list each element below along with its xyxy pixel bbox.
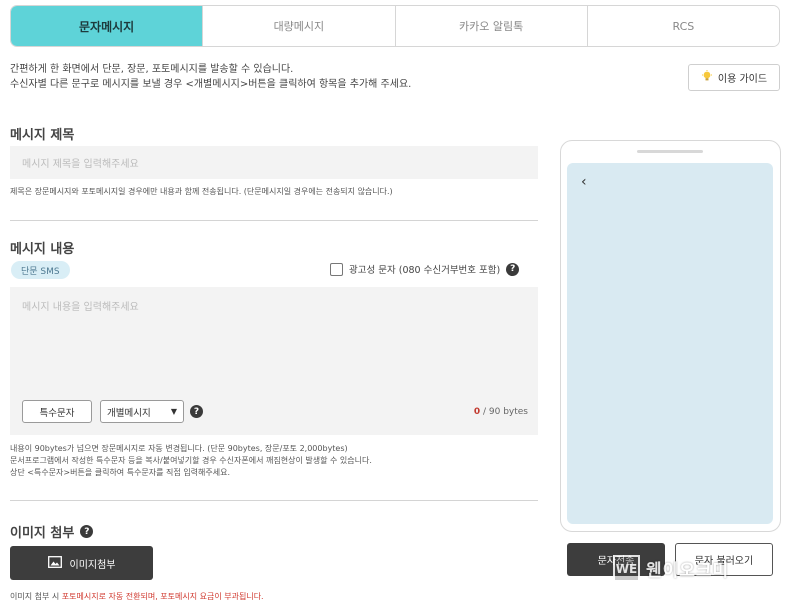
intro-line-2: 수신자별 다른 문구로 메시지를 보낼 경우 <개별메시지>버튼을 클릭하여 항… (10, 79, 412, 90)
select-help-icon[interactable]: ? (190, 405, 203, 418)
back-arrow-icon: ‹ (581, 174, 587, 190)
intro-line-1: 간편하게 한 화면에서 단문, 장문, 포토메시지를 발송할 수 있습니다. (10, 64, 294, 75)
image-note-warning: 포토메시지로 자동 전환되며, 포토메시지 요금이 부과됩니다. (61, 592, 264, 601)
phone-preview: ‹ (560, 140, 781, 532)
watermark-logo: WE (613, 555, 640, 582)
subject-section-title: 메시지 제목 (10, 128, 75, 143)
watermark-text: 웬이오크미 (646, 561, 730, 581)
section-divider (10, 500, 538, 501)
watermark: WE 웬이오크미 (613, 555, 729, 582)
message-type-tabs: 문자메시지 대량메시지 카카오 알림톡 RCS (10, 5, 780, 47)
content-textarea[interactable]: 메시지 내용을 입력해주세요 특수문자 개별메시지 ▼ ? 0 / 90 byt… (10, 287, 538, 435)
subject-input[interactable]: 메시지 제목을 입력해주세요 (10, 146, 538, 179)
byte-limit: / 90 bytes (480, 407, 528, 417)
ad-message-label: 광고성 문자 (080 수신거부번호 포함) (349, 265, 501, 276)
tab-kakao-alimtalk[interactable]: 카카오 알림톡 (394, 6, 587, 46)
section-divider (10, 220, 538, 221)
message-mode-value: 개별메시지 (107, 407, 151, 419)
ad-help-icon[interactable]: ? (506, 262, 520, 276)
tab-text-message[interactable]: 문자메시지 (11, 6, 203, 46)
special-char-button[interactable]: 특수문자 (22, 400, 92, 423)
content-section-title: 메시지 내용 (10, 242, 75, 257)
attach-image-label: 이미지첨부 (69, 559, 116, 571)
ad-message-option: 광고성 문자 (080 수신거부번호 포함) ? (330, 262, 520, 276)
attach-image-button[interactable]: 이미지첨부 (10, 546, 153, 580)
phone-screen: ‹ (567, 163, 773, 524)
phone-speaker (637, 150, 703, 153)
usage-guide-label: 이용 가이드 (717, 74, 768, 85)
content-note-1: 내용이 90bytes가 넘으면 장문메시지로 자동 변경됩니다. (단문 90… (10, 444, 348, 453)
image-note: 이미지 첨부 시 포토메시지로 자동 전환되며, 포토메시지 요금이 부과됩니다… (10, 591, 264, 602)
content-placeholder: 메시지 내용을 입력해주세요 (22, 302, 139, 313)
chevron-down-icon: ▼ (170, 407, 177, 416)
image-help-icon[interactable]: ? (80, 525, 94, 538)
intro-text: 간편하게 한 화면에서 단문, 장문, 포토메시지를 발송할 수 있습니다. 수… (10, 62, 411, 92)
content-notes: 내용이 90bytes가 넘으면 장문메시지로 자동 변경됩니다. (단문 90… (10, 443, 372, 479)
tab-rcs[interactable]: RCS (586, 6, 779, 46)
subject-placeholder: 메시지 제목을 입력해주세요 (22, 159, 139, 170)
content-note-3: 상단 <특수문자>버튼을 클릭하여 특수문자를 직접 입력해주세요. (10, 468, 231, 477)
image-note-prefix: 이미지 첨부 시 (10, 592, 62, 601)
lightbulb-icon (701, 70, 713, 85)
image-section-label: 이미지 첨부 (10, 526, 75, 541)
subject-note: 제목은 장문메시지와 포토메시지일 경우에만 내용과 함께 전송됩니다. (단문… (10, 187, 393, 196)
byte-counter: 0 / 90 bytes (474, 407, 528, 417)
tab-bulk-message[interactable]: 대량메시지 (202, 6, 395, 46)
message-mode-select[interactable]: 개별메시지 ▼ (100, 400, 184, 423)
image-icon (47, 555, 62, 571)
content-note-2: 문서프로그램에서 작성한 특수문자 등을 복사/붙여넣기할 경우 수신자폰에서 … (10, 456, 372, 465)
image-section-title: 이미지 첨부 ? (10, 522, 94, 541)
usage-guide-button[interactable]: 이용 가이드 (688, 64, 780, 91)
ad-message-checkbox[interactable] (330, 262, 343, 276)
sms-type-badge: 단문 SMS (11, 261, 70, 279)
